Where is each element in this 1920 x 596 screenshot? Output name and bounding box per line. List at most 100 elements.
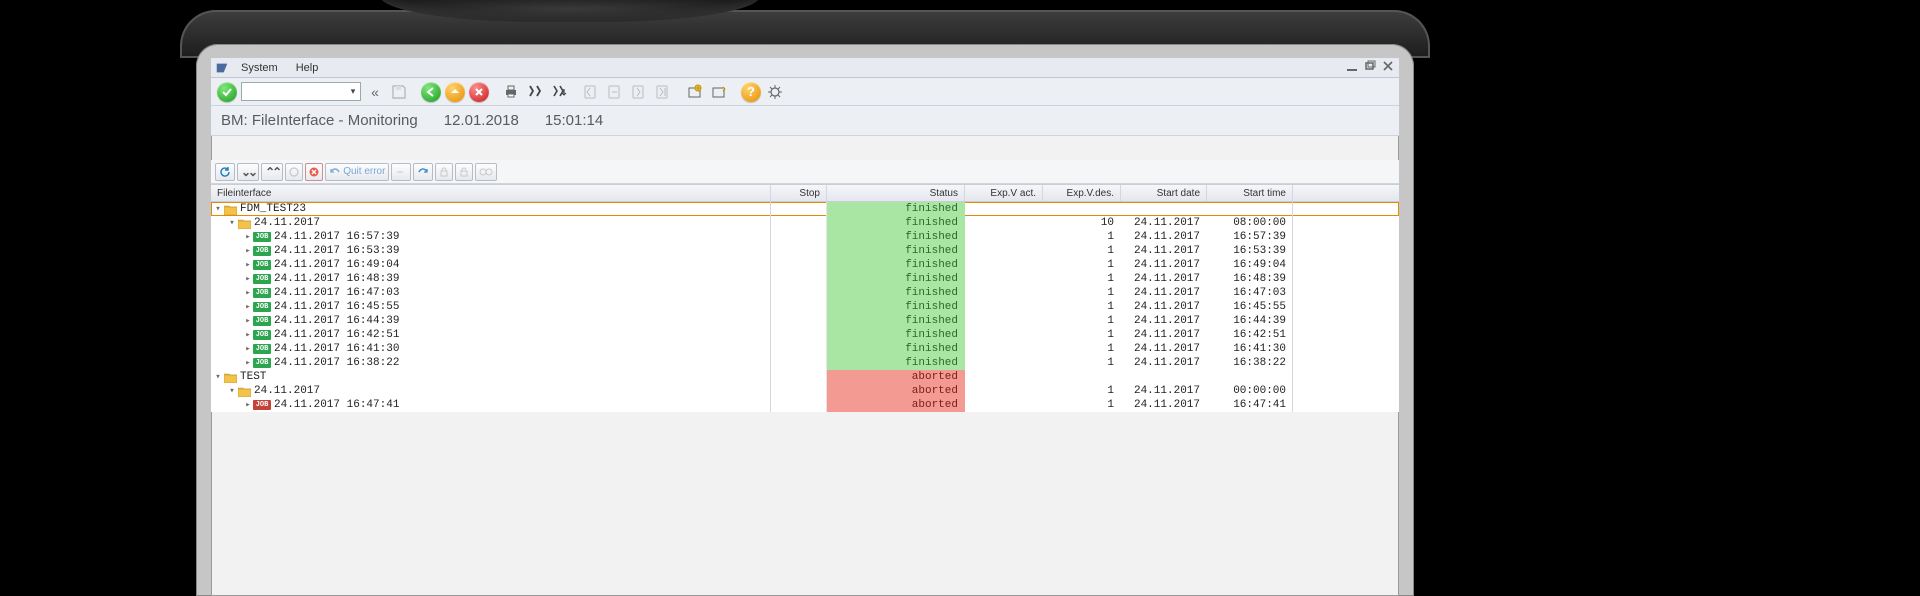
restore-icon[interactable]	[1363, 60, 1377, 75]
status-cell: finished	[827, 244, 965, 258]
expander-icon[interactable]: ▾	[227, 384, 237, 398]
back-icon[interactable]: «	[365, 82, 385, 102]
job-icon: JOB	[253, 288, 271, 298]
collapse-all-button[interactable]: ⌃⌃	[261, 163, 283, 181]
status-cell: finished	[827, 342, 965, 356]
title-bar: BM: FileInterface - Monitoring 12.01.201…	[211, 106, 1399, 136]
table-row[interactable]: ▾FDM_TEST23finished	[211, 202, 1399, 216]
close-icon[interactable]	[1381, 60, 1395, 75]
find-icon[interactable]	[525, 82, 545, 102]
status-cell: finished	[827, 258, 965, 272]
expander-icon[interactable]: ▸	[243, 272, 253, 286]
table-row[interactable]: ▸JOB24.11.2017 16:45:55finished124.11.20…	[211, 300, 1399, 314]
status-cell: aborted	[827, 398, 965, 412]
expander-icon[interactable]: ▸	[243, 230, 253, 244]
expander-icon[interactable]: ▸	[243, 342, 253, 356]
status-cell: finished	[827, 286, 965, 300]
new-session-icon[interactable]	[685, 82, 705, 102]
col-status[interactable]: Status	[827, 185, 965, 201]
status-cell: finished	[827, 216, 965, 230]
cancel-button[interactable]	[469, 82, 489, 102]
enter-button[interactable]	[217, 82, 237, 102]
table-row[interactable]: ▸JOB24.11.2017 16:48:39finished124.11.20…	[211, 272, 1399, 286]
col-expvact[interactable]: Exp.V act.	[965, 185, 1043, 201]
help-button[interactable]: ?	[741, 82, 761, 102]
glasses-button	[475, 163, 497, 181]
expander-icon[interactable]: ▸	[243, 300, 253, 314]
back-button[interactable]	[421, 82, 441, 102]
row-label: 24.11.2017 16:41:30	[274, 342, 399, 356]
expander-icon[interactable]: ▸	[243, 244, 253, 258]
table-row[interactable]: ▸JOB24.11.2017 16:57:39finished124.11.20…	[211, 230, 1399, 244]
table-row[interactable]: ▸JOB24.11.2017 16:44:39finished124.11.20…	[211, 314, 1399, 328]
customize-icon[interactable]	[765, 82, 785, 102]
quit-error-button[interactable]: Quit error	[325, 163, 389, 181]
table-row[interactable]: ▾24.11.2017finished1024.11.201708:00:00	[211, 216, 1399, 230]
job-icon: JOB	[253, 316, 271, 326]
table-row[interactable]: ▸JOB24.11.2017 16:41:30finished124.11.20…	[211, 342, 1399, 356]
expand-all-button[interactable]: ⌄⌄	[237, 163, 259, 181]
table-row[interactable]: ▸JOB24.11.2017 16:47:03finished124.11.20…	[211, 286, 1399, 300]
row-label: 24.11.2017 16:45:55	[274, 300, 399, 314]
refresh-button[interactable]	[215, 163, 235, 181]
redo-button[interactable]	[413, 163, 433, 181]
find-next-icon[interactable]	[549, 82, 569, 102]
expander-icon[interactable]: ▸	[243, 286, 253, 300]
expander-icon[interactable]: ▸	[243, 328, 253, 342]
sap-logo-icon	[215, 61, 229, 75]
job-icon: JOB	[253, 302, 271, 312]
row-label: 24.11.2017 16:49:04	[274, 258, 399, 272]
job-icon: JOB	[253, 274, 271, 284]
minimize-icon[interactable]	[1345, 60, 1359, 75]
expander-icon[interactable]: ▸	[243, 314, 253, 328]
job-icon: JOB	[253, 400, 271, 410]
job-icon: JOB	[253, 260, 271, 270]
alv-toolbar: ⌄⌄ ⌃⌃ Quit error	[211, 160, 1399, 184]
exit-button[interactable]	[445, 82, 465, 102]
table-row[interactable]: ▸JOB24.11.2017 16:47:41aborted124.11.201…	[211, 398, 1399, 412]
expander-icon[interactable]: ▸	[243, 258, 253, 272]
table-row[interactable]: ▸JOB24.11.2017 16:42:51finished124.11.20…	[211, 328, 1399, 342]
expander-icon[interactable]: ▾	[227, 216, 237, 230]
grid-header: Fileinterface Stop Status Exp.V act. Exp…	[211, 184, 1399, 202]
print-icon[interactable]	[501, 82, 521, 102]
expander-icon[interactable]: ▾	[213, 370, 223, 384]
col-stop[interactable]: Stop	[771, 185, 827, 201]
command-field[interactable]: ▾	[241, 82, 361, 101]
title-date: 12.01.2018	[444, 112, 519, 129]
grid: Fileinterface Stop Status Exp.V act. Exp…	[211, 184, 1399, 412]
status-cell: aborted	[827, 370, 965, 384]
folder-icon	[223, 371, 237, 383]
prev-page-icon	[605, 82, 625, 102]
row-label: 24.11.2017 16:44:39	[274, 314, 399, 328]
next-page-icon	[629, 82, 649, 102]
table-row[interactable]: ▸JOB24.11.2017 16:38:22finished124.11.20…	[211, 356, 1399, 370]
table-row[interactable]: ▸JOB24.11.2017 16:49:04finished124.11.20…	[211, 258, 1399, 272]
status-cell: finished	[827, 230, 965, 244]
delete-button[interactable]	[305, 163, 323, 181]
shortcut-icon[interactable]	[709, 82, 729, 102]
expander-icon[interactable]: ▾	[213, 202, 223, 216]
dropdown-icon: ▾	[346, 86, 360, 97]
col-expvdes[interactable]: Exp.V.des.	[1043, 185, 1121, 201]
row-label: 24.11.2017	[254, 384, 320, 398]
row-label: FDM_TEST23	[240, 202, 306, 216]
col-fileinterface[interactable]: Fileinterface	[211, 185, 771, 201]
expander-icon[interactable]: ▸	[243, 356, 253, 370]
table-row[interactable]: ▸JOB24.11.2017 16:53:39finished124.11.20…	[211, 244, 1399, 258]
col-starttime[interactable]: Start time	[1207, 185, 1293, 201]
job-icon: JOB	[253, 330, 271, 340]
row-label: 24.11.2017 16:48:39	[274, 272, 399, 286]
folder-icon	[237, 217, 251, 229]
menu-system[interactable]: System	[235, 60, 284, 76]
lock-button	[435, 163, 453, 181]
table-row[interactable]: ▾24.11.2017aborted124.11.201700:00:00	[211, 384, 1399, 398]
col-startdate[interactable]: Start date	[1121, 185, 1207, 201]
last-page-icon	[653, 82, 673, 102]
job-icon: JOB	[253, 344, 271, 354]
status-cell: finished	[827, 272, 965, 286]
table-row[interactable]: ▾TESTaborted	[211, 370, 1399, 384]
row-label: 24.11.2017 16:47:03	[274, 286, 399, 300]
menu-help[interactable]: Help	[290, 60, 325, 76]
expander-icon[interactable]: ▸	[243, 398, 253, 412]
